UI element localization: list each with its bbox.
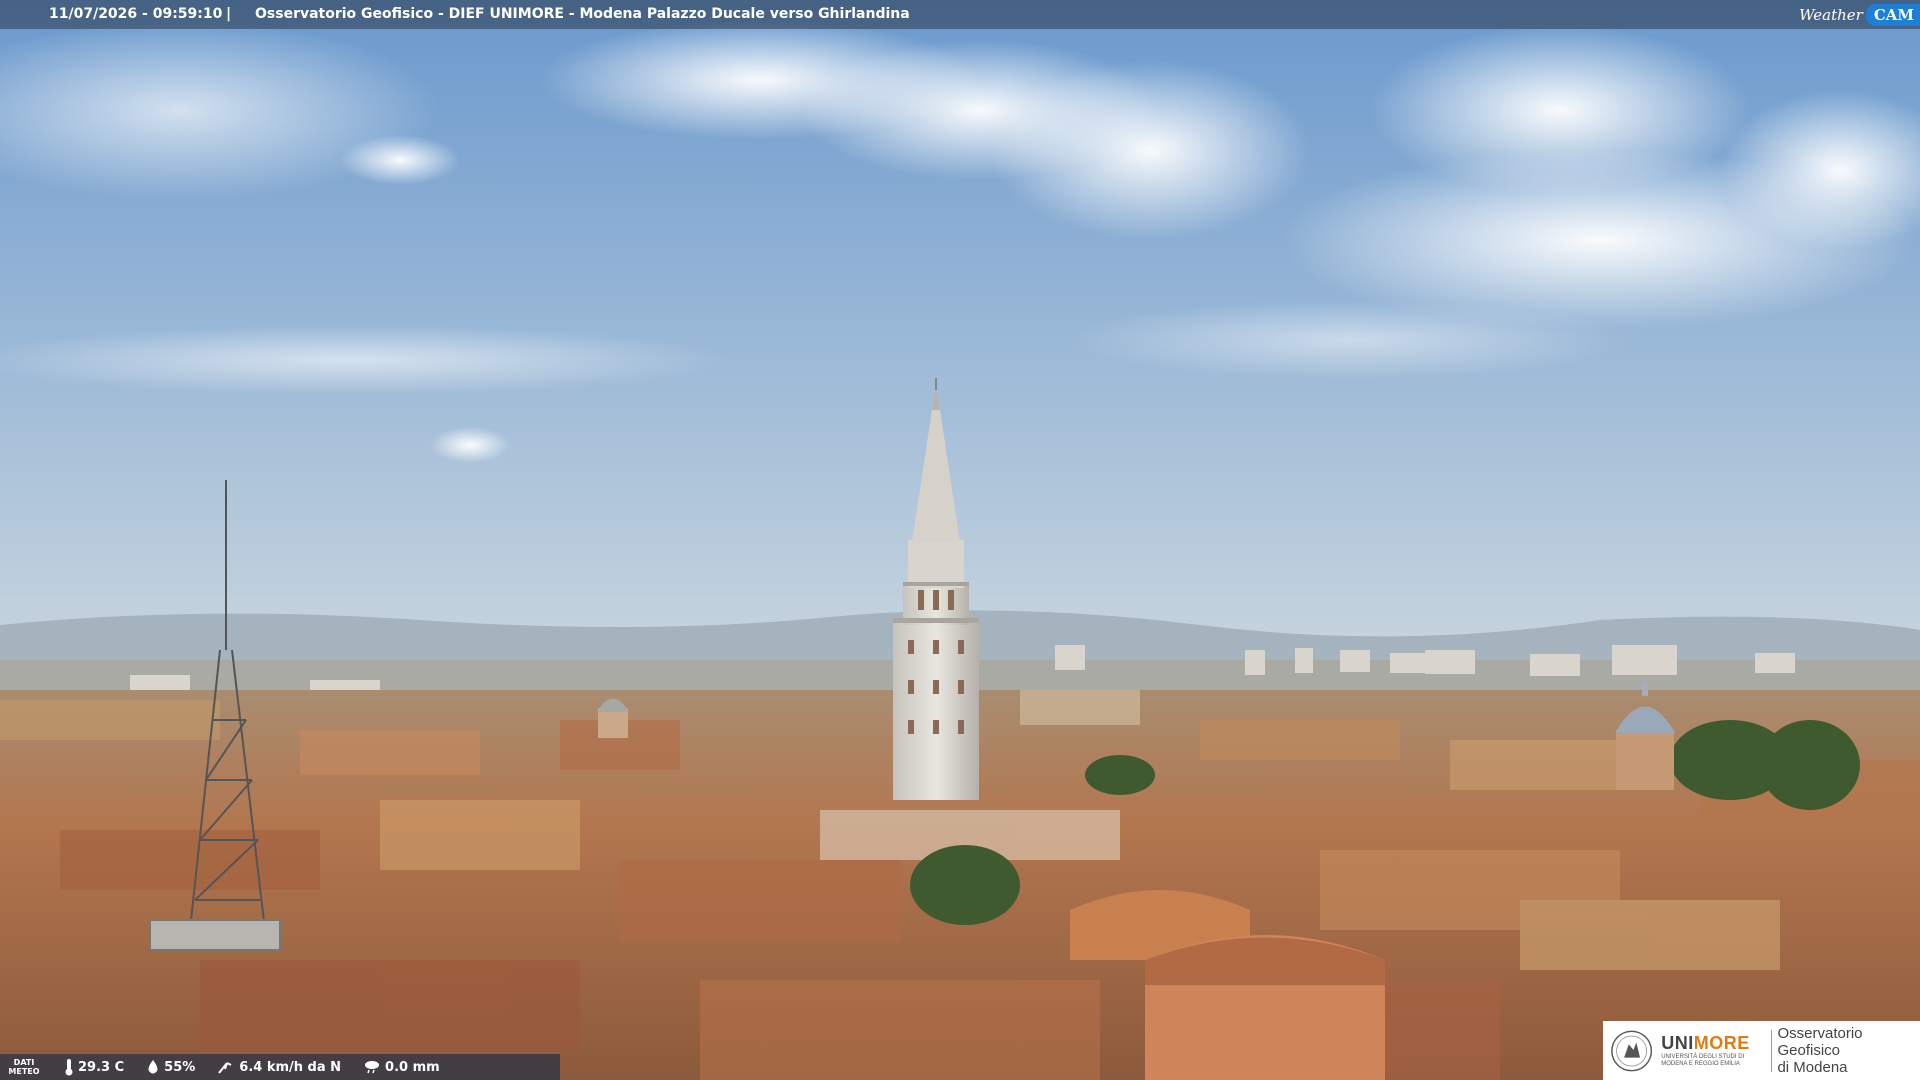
droplet-icon <box>148 1060 158 1074</box>
brand-cam: CAM <box>1865 3 1920 26</box>
caption-separator: | <box>226 6 232 22</box>
observatory-name: Osservatorio Geofisico di Modena <box>1777 1025 1863 1076</box>
camera-caption: Osservatorio Geofisico - DIEF UNIMORE - … <box>255 6 910 22</box>
university-seal-icon <box>1611 1030 1653 1071</box>
webcam-photo <box>0 0 1920 1080</box>
logo-divider <box>1770 1029 1772 1072</box>
wind-icon <box>218 1062 232 1074</box>
rain-reading: 0.0 mm <box>363 1059 440 1075</box>
weathercam-logo: Weather CAM <box>1799 0 1920 29</box>
temperature-reading: 29.3 C <box>64 1058 124 1076</box>
caption-bar: 11/07/2026 - 09:59:10 | Osservatorio Geo… <box>0 0 1920 29</box>
unimore-wordmark: UNIMORE UNIVERSITÀ DEGLI STUDI DI MODENA… <box>1661 1033 1750 1067</box>
humidity-reading: 55% <box>146 1059 195 1075</box>
unimore-logo: UNIMORE UNIVERSITÀ DEGLI STUDI DI MODENA… <box>1603 1021 1920 1080</box>
weather-data-bar: DATI METEO 29.3 C 55% 6.4 km/h da N 0.0 … <box>0 1054 560 1080</box>
wind-reading: 6.4 km/h da N <box>217 1059 341 1075</box>
thermometer-icon <box>65 1059 73 1076</box>
weather-data-label: DATI METEO <box>8 1058 40 1076</box>
rain-cloud-icon <box>365 1061 380 1074</box>
brand-weather: Weather <box>1799 5 1863 24</box>
timestamp: 11/07/2026 - 09:59:10 <box>49 6 223 22</box>
